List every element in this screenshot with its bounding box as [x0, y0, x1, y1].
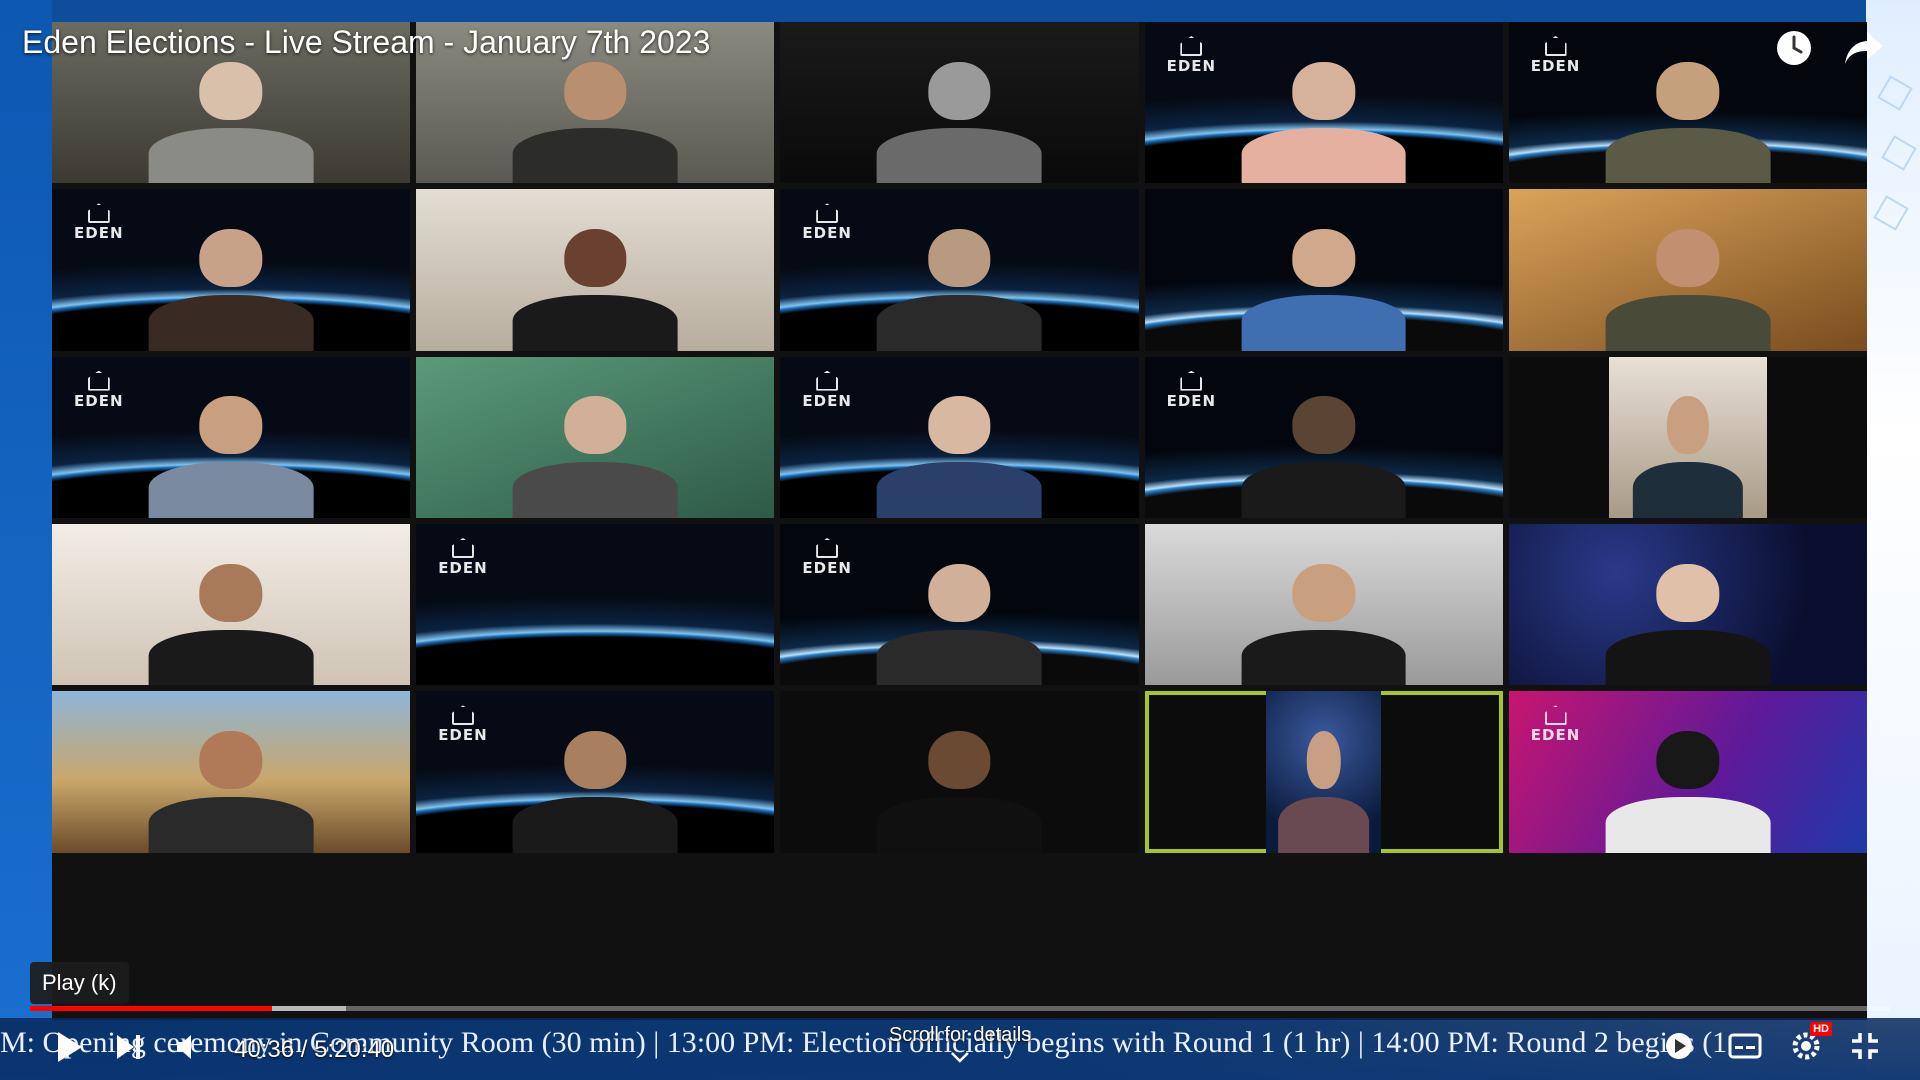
settings-button[interactable]: HD [1790, 1022, 1832, 1067]
current-time: 40:36 [234, 1035, 295, 1063]
participant-tile: EDEN [52, 356, 411, 518]
participant-tile [1508, 356, 1867, 518]
eden-logo: EDEN [1167, 370, 1217, 409]
left-controls: 40:36 / 5:20:40 [54, 1030, 394, 1069]
chevron-down-icon [951, 1052, 969, 1063]
right-controls: HD [1664, 1022, 1880, 1067]
participant-tile: EDEN [52, 189, 411, 351]
participant-tile: EDEN [416, 523, 775, 686]
eden-logo: EDEN [1167, 36, 1217, 74]
participant-tile [52, 523, 411, 686]
top-strip [0, 0, 1920, 22]
eden-logo: EDEN [438, 705, 488, 743]
participant-tile: EDEN [1144, 22, 1503, 184]
scroll-hint-label: Scroll for details [888, 1024, 1032, 1046]
participant-tile: EDEN [416, 691, 775, 853]
play-tooltip: Play (k) [30, 962, 129, 1004]
watch-later-button[interactable] [1772, 26, 1816, 70]
autoplay-icon [1666, 1033, 1692, 1059]
total-time: 5:20:40 [314, 1035, 395, 1063]
hd-badge: HD [1810, 1022, 1832, 1036]
participant-tile [416, 189, 775, 351]
participant-tile: EDEN [780, 356, 1139, 518]
scroll-hint[interactable]: Scroll for details [889, 1024, 1031, 1070]
participant-tile: EDEN [1508, 691, 1867, 853]
eden-logo: EDEN [74, 370, 124, 409]
captions-icon [1728, 1033, 1762, 1059]
share-arrow-icon [1845, 32, 1883, 64]
eden-logo: EDEN [802, 203, 852, 241]
eden-logo: EDEN [802, 537, 852, 576]
subtitles-button[interactable] [1728, 1033, 1762, 1064]
participant-tile [1508, 189, 1867, 351]
participant-tile [1508, 523, 1867, 686]
autoplay-toggle[interactable] [1664, 1031, 1700, 1066]
play-icon [58, 1032, 82, 1062]
participant-tile-active-speaker [1144, 691, 1503, 853]
volume-button[interactable] [174, 1032, 204, 1067]
video-title[interactable]: Eden Elections - Live Stream - January 7… [22, 24, 710, 61]
exit-fullscreen-icon [1852, 1033, 1878, 1059]
time-display: 40:36 / 5:20:40 [234, 1036, 394, 1064]
eden-logo: EDEN [74, 203, 124, 241]
participant-tile [1144, 523, 1503, 686]
volume-icon [177, 1035, 191, 1059]
skip-next-icon [117, 1035, 140, 1059]
progress-buffered [271, 1006, 347, 1011]
background-right [1866, 0, 1920, 1080]
video-grid[interactable]: EDEN EDEN EDEN EDEN EDEN EDEN EDEN EDEN … [52, 22, 1867, 1020]
time-separator: / [300, 1035, 308, 1063]
exit-fullscreen-button[interactable] [1850, 1031, 1880, 1066]
participant-tile [780, 691, 1139, 853]
background-left [0, 0, 52, 1080]
participant-tile [780, 22, 1139, 184]
participant-tile [52, 691, 411, 853]
eden-logo: EDEN [802, 370, 852, 409]
participant-tile [416, 356, 775, 518]
eden-logo: EDEN [1531, 36, 1581, 74]
participant-tile: EDEN [780, 189, 1139, 351]
next-button[interactable] [114, 1032, 144, 1067]
eden-logo: EDEN [1531, 705, 1581, 743]
share-button[interactable] [1842, 26, 1886, 70]
progress-bar[interactable] [30, 1006, 1890, 1011]
participant-tile: EDEN [1144, 356, 1503, 518]
clock-icon [1777, 31, 1811, 65]
participant-tile: EDEN [780, 523, 1139, 686]
eden-logo: EDEN [438, 537, 488, 576]
play-button[interactable] [54, 1030, 84, 1069]
progress-played [30, 1006, 272, 1011]
participant-tile [1144, 189, 1503, 351]
top-actions [1772, 26, 1886, 70]
